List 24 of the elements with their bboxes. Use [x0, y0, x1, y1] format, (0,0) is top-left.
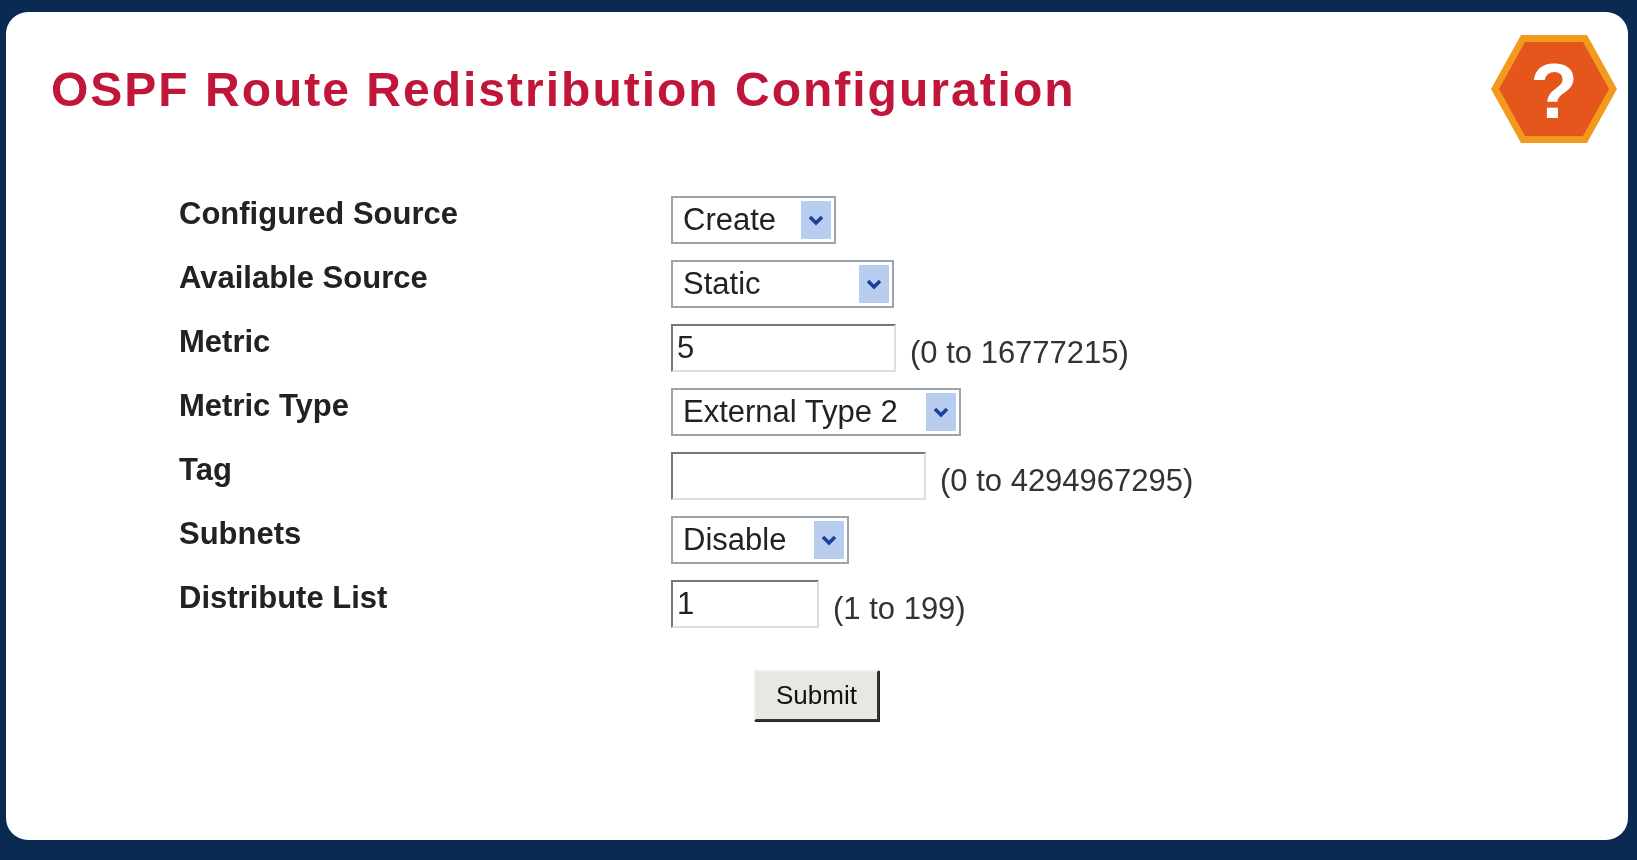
caret-icon — [801, 201, 831, 239]
submit-button[interactable]: Submit — [754, 670, 879, 721]
field-label: Metric — [179, 324, 272, 361]
caret-icon — [859, 265, 889, 303]
range-hint: (0 to 4294967295) — [940, 463, 1194, 499]
input-field[interactable] — [671, 452, 926, 500]
help-icon[interactable]: ? — [1489, 32, 1619, 146]
input-field[interactable]: 5 — [671, 324, 896, 372]
field-label: Available Source — [179, 260, 429, 297]
caret-icon — [814, 521, 844, 559]
field-label: Metric Type — [179, 388, 350, 425]
range-hint: (1 to 199) — [833, 591, 966, 627]
dropdown[interactable]: Static — [671, 260, 894, 308]
dropdown[interactable]: Disable — [671, 516, 849, 564]
input-field[interactable]: 1 — [671, 580, 819, 628]
page-title: OSPF Route Redistribution Configuration — [51, 62, 1076, 117]
field-label: Tag — [179, 452, 233, 489]
range-hint: (0 to 16777215) — [910, 335, 1129, 371]
field-label: Distribute List — [179, 580, 389, 617]
dropdown[interactable]: Create — [671, 196, 836, 244]
dropdown[interactable]: External Type 2 — [671, 388, 961, 436]
field-label: Configured Source — [179, 196, 459, 233]
caret-icon — [926, 393, 956, 431]
field-label: Subnets — [179, 516, 303, 553]
